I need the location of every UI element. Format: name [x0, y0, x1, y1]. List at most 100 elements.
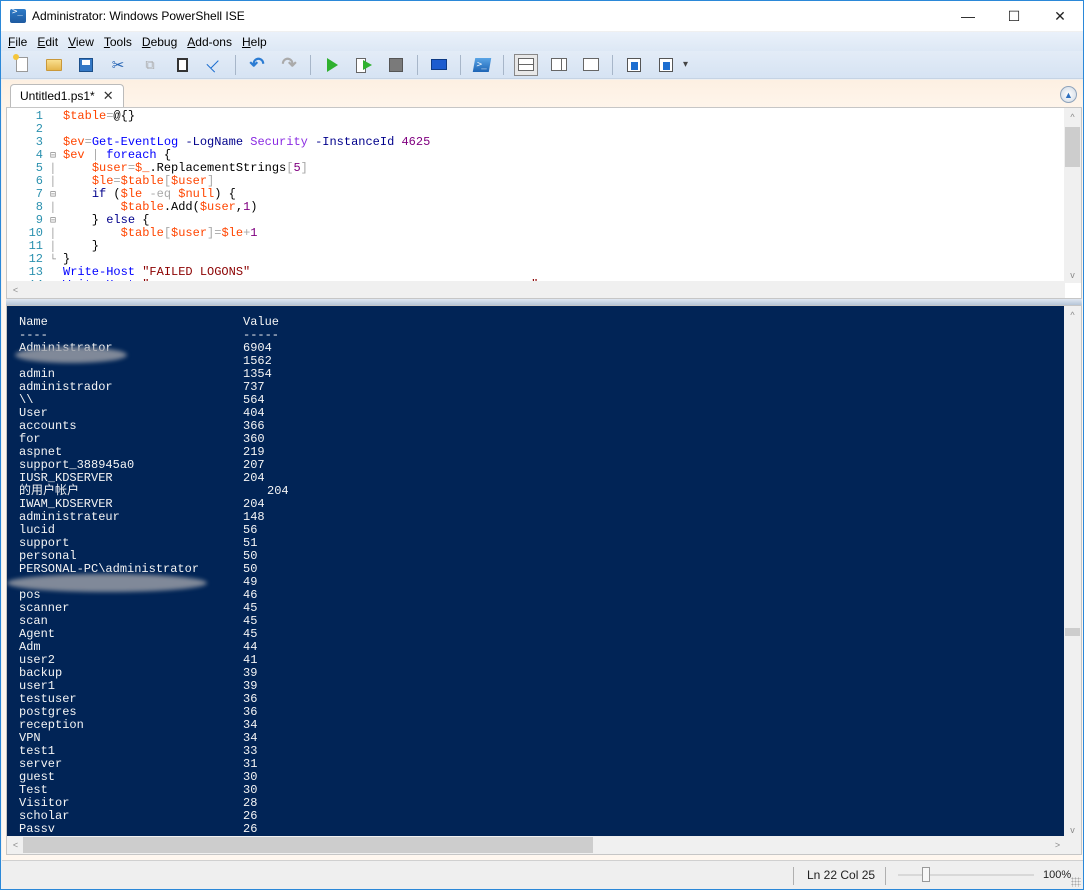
save-disk-icon	[79, 57, 93, 72]
scrollbar-thumb[interactable]	[1065, 127, 1080, 167]
code-text: Write-Host "FAILED LOGONS"	[63, 265, 251, 279]
zoom-slider-thumb[interactable]	[922, 867, 930, 882]
show-script-right-button[interactable]	[548, 54, 570, 76]
menu-label: elp	[250, 34, 267, 49]
show-script-max-button[interactable]	[580, 54, 602, 76]
resize-grip-icon[interactable]	[1071, 877, 1081, 887]
menu-label: ools	[109, 34, 132, 49]
cursor-position: Ln 22 Col 25	[807, 868, 876, 882]
save-button[interactable]	[75, 54, 97, 76]
menu-add-ons[interactable]: Add-ons	[187, 35, 232, 49]
zoom-slider-track[interactable]	[898, 874, 1034, 876]
code-line[interactable]: 11 │ }	[7, 239, 538, 254]
console-vertical-scrollbar[interactable]: ^ v	[1064, 306, 1081, 838]
code-editor[interactable]: 1 $table=@{} 2 3 $ev=Get-EventLog -LogName S…	[7, 110, 539, 292]
close-button[interactable]: ✕	[1037, 1, 1083, 31]
tab-untitled1[interactable]: Untitled1.ps1* ✕	[10, 84, 124, 107]
code-text: }	[63, 252, 71, 266]
code-text: }	[63, 239, 100, 253]
layout-maximized-icon	[583, 58, 599, 71]
menu-file[interactable]: File	[8, 35, 27, 49]
menu-debug[interactable]: Debug	[142, 35, 177, 49]
status-separator	[885, 867, 886, 885]
redo-icon: ↷	[281, 54, 297, 74]
show-command-addon-button[interactable]	[655, 54, 677, 76]
scrollbar-thumb[interactable]	[23, 837, 593, 853]
menu-view[interactable]: View	[68, 35, 94, 49]
scroll-down-arrow-icon[interactable]: v	[1064, 266, 1081, 283]
new-file-icon	[13, 54, 28, 72]
minimize-button[interactable]: —	[945, 1, 991, 31]
code-text: $user=$_.ReplacementStrings[5]	[91, 161, 308, 175]
copy-button[interactable]: ⧉	[139, 54, 161, 76]
run-selection-button[interactable]	[353, 54, 375, 76]
stop-button[interactable]	[385, 54, 407, 76]
open-button[interactable]	[43, 54, 65, 76]
clear-console-button[interactable]: ⊥	[203, 54, 225, 76]
command-window-icon	[627, 57, 641, 72]
new-remote-tab-button[interactable]	[428, 54, 450, 76]
menu-tools[interactable]: Tools	[104, 35, 132, 49]
script-horizontal-scrollbar[interactable]: <	[7, 281, 1065, 298]
run-selection-icon	[356, 57, 372, 73]
copy-icon: ⧉	[145, 56, 155, 72]
command-addon-icon	[659, 57, 673, 72]
cut-button[interactable]: ✂	[107, 54, 129, 76]
user-name: reception	[19, 718, 84, 732]
redo-button[interactable]: ↷	[278, 54, 300, 76]
redaction-smudge	[15, 347, 127, 363]
menu-edit[interactable]: Edit	[37, 35, 58, 49]
undo-button[interactable]: ↶	[246, 54, 268, 76]
console-pane[interactable]: Name Value ---- ----- Administrator69041…	[6, 305, 1082, 855]
scroll-up-arrow-icon[interactable]: ^	[1064, 306, 1081, 323]
user-name: administrador	[19, 380, 113, 394]
menu-label: ile	[15, 34, 28, 49]
paste-button[interactable]	[171, 54, 193, 76]
menu-label: ebug	[150, 34, 178, 49]
code-text: $table.Add($user,1)	[120, 200, 258, 214]
new-script-button[interactable]	[11, 54, 33, 76]
code-text: $ev=Get-EventLog -LogName Security -Inst…	[63, 135, 431, 149]
maximize-button[interactable]: ☐	[991, 1, 1037, 31]
tab-label: Untitled1.ps1*	[20, 89, 95, 103]
start-powershell-button[interactable]: >_	[471, 54, 493, 76]
menu-accelerator: V	[68, 34, 76, 49]
failed-logon-count: 204	[243, 471, 265, 485]
run-script-button[interactable]	[321, 54, 343, 76]
menu-label: dit	[45, 34, 59, 49]
scrollbar-thumb[interactable]	[1065, 628, 1080, 636]
window-title: Administrator: Windows PowerShell ISE	[32, 9, 245, 23]
stop-icon	[389, 57, 403, 72]
scroll-up-arrow-icon[interactable]: ^	[1064, 108, 1081, 125]
console-horizontal-scrollbar[interactable]: < >	[7, 836, 1081, 854]
toolbar-overflow-icon[interactable]: ▾	[683, 59, 688, 70]
scissors-icon: ✂	[111, 56, 125, 74]
menu-help[interactable]: Help	[242, 35, 267, 49]
code-text: $ev | foreach {	[63, 148, 172, 162]
show-command-window-button[interactable]	[623, 54, 645, 76]
scroll-left-arrow-icon[interactable]: <	[7, 281, 24, 298]
tab-close-icon[interactable]: ✕	[103, 88, 114, 104]
scroll-left-arrow-icon[interactable]: <	[7, 836, 24, 853]
user-name: scanner	[19, 601, 70, 615]
user-name: \\	[19, 393, 34, 407]
ise-window: Administrator: Windows PowerShell ISE — …	[0, 0, 1084, 890]
failed-logon-count: 26	[243, 822, 258, 836]
scroll-right-arrow-icon[interactable]: >	[1049, 836, 1066, 853]
show-script-top-button[interactable]	[514, 53, 538, 76]
toolbar-separator	[235, 54, 236, 75]
collapse-script-pane-button[interactable]: ▲	[1060, 86, 1077, 103]
script-vertical-scrollbar[interactable]: ^ v	[1064, 108, 1081, 283]
code-line[interactable]: 1 $table=@{}	[7, 110, 538, 123]
script-pane[interactable]: 1 $table=@{} 2 3 $ev=Get-EventLog -LogName S…	[6, 107, 1082, 299]
user-name: guest	[19, 770, 56, 784]
menu-label: dd-ons	[195, 34, 232, 49]
user-name: accounts	[19, 419, 77, 433]
console-row: Passv 26	[19, 823, 289, 836]
code-text: $le=$table[$user]	[91, 174, 215, 188]
play-icon	[326, 57, 338, 72]
menu-bar: File Edit View Tools Debug Add-ons Help	[1, 32, 1083, 51]
status-bar: Ln 22 Col 25 100%	[2, 860, 1083, 889]
toolbar-separator	[503, 54, 504, 75]
title-bar[interactable]: Administrator: Windows PowerShell ISE — …	[1, 1, 1083, 31]
